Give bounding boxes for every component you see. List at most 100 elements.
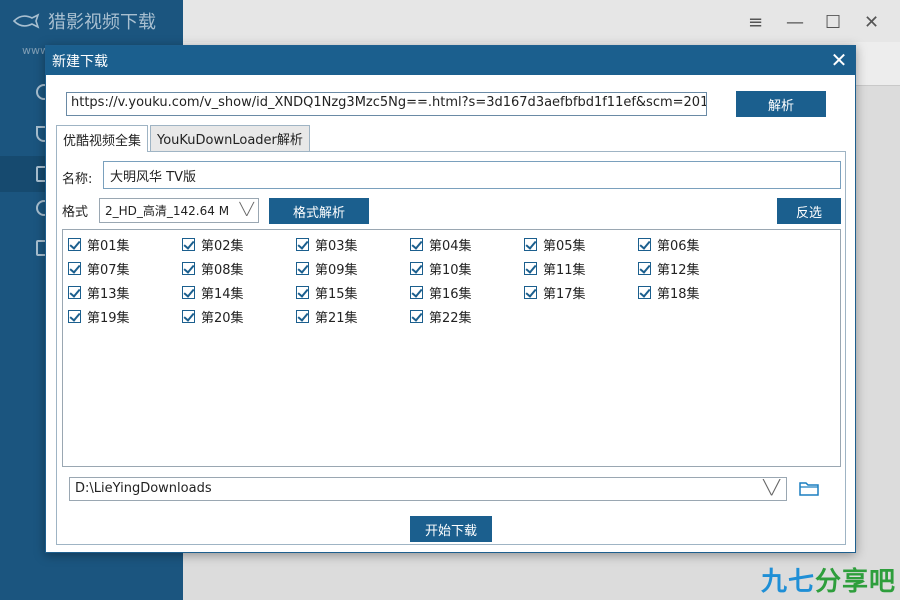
start-download-button[interactable]: 开始下载 bbox=[410, 516, 492, 542]
checkbox-checked[interactable] bbox=[410, 310, 423, 323]
checkbox-checked[interactable] bbox=[524, 238, 537, 251]
episode-label: 第06集 bbox=[657, 239, 700, 254]
episode-checkbox-item[interactable]: 第12集 bbox=[638, 259, 700, 278]
checkbox-checked[interactable] bbox=[524, 262, 537, 275]
episode-label: 第01集 bbox=[87, 239, 130, 254]
episode-label: 第03集 bbox=[315, 239, 358, 254]
episode-label: 第12集 bbox=[657, 263, 700, 278]
episode-checkbox-item[interactable]: 第11集 bbox=[524, 259, 586, 278]
checkbox-checked[interactable] bbox=[182, 238, 195, 251]
episode-checkbox-item[interactable]: 第05集 bbox=[524, 235, 586, 254]
episode-checkbox-item[interactable]: 第06集 bbox=[638, 235, 700, 254]
download-path-select[interactable]: D:\LieYingDownloads ╲╱ bbox=[69, 477, 787, 501]
tab-bar: 优酷视频全集 YouKuDownLoader解析 bbox=[56, 125, 310, 152]
episode-checkbox-item[interactable]: 第19集 bbox=[68, 307, 130, 326]
episode-checkbox-item[interactable]: 第04集 bbox=[410, 235, 472, 254]
checkbox-checked[interactable] bbox=[296, 238, 309, 251]
episode-label: 第20集 bbox=[201, 311, 244, 326]
checkbox-checked[interactable] bbox=[638, 286, 651, 299]
checkbox-checked[interactable] bbox=[182, 310, 195, 323]
checkbox-checked[interactable] bbox=[524, 286, 537, 299]
dialog-title: 新建下载 bbox=[46, 46, 855, 75]
episode-label: 第15集 bbox=[315, 287, 358, 302]
format-label: 格式 bbox=[62, 205, 89, 220]
tab-youkudownloader[interactable]: YouKuDownLoader解析 bbox=[150, 125, 310, 151]
episode-list: 第01集 第02集 第03集 第04集 第05集 第06集第07集 第08集 第09集 第10集… bbox=[62, 229, 841, 467]
episode-checkbox-item[interactable]: 第22集 bbox=[410, 307, 472, 326]
url-input[interactable]: https://v.youku.com/v_show/id_XNDQ1Nzg3M… bbox=[66, 92, 707, 116]
episode-checkbox-item[interactable]: 第13集 bbox=[68, 283, 130, 302]
episode-checkbox-item[interactable]: 第09集 bbox=[296, 259, 358, 278]
episode-label: 第07集 bbox=[87, 263, 130, 278]
episode-label: 第11集 bbox=[543, 263, 586, 278]
download-path-value: D:\LieYingDownloads bbox=[75, 481, 212, 496]
watermark: 九七分享吧 bbox=[761, 561, 896, 598]
name-input[interactable]: 大明风华 TV版 bbox=[103, 161, 841, 189]
episode-label: 第08集 bbox=[201, 263, 244, 278]
episode-checkbox-item[interactable]: 第01集 bbox=[68, 235, 130, 254]
episode-checkbox-item[interactable]: 第08集 bbox=[182, 259, 244, 278]
checkbox-checked[interactable] bbox=[296, 262, 309, 275]
folder-icon[interactable] bbox=[799, 480, 819, 496]
name-label: 名称: bbox=[62, 172, 93, 187]
episode-label: 第09集 bbox=[315, 263, 358, 278]
episode-label: 第02集 bbox=[201, 239, 244, 254]
checkbox-checked[interactable] bbox=[410, 286, 423, 299]
episode-checkbox-item[interactable]: 第18集 bbox=[638, 283, 700, 302]
app-logo: 猎影视频下载 bbox=[12, 8, 156, 34]
checkbox-checked[interactable] bbox=[68, 238, 81, 251]
chevron-down-icon: ╲╱ bbox=[239, 202, 254, 216]
fish-logo-icon bbox=[12, 13, 40, 29]
format-value: 2_HD_高清_142.64 M bbox=[105, 204, 230, 218]
checkbox-checked[interactable] bbox=[68, 286, 81, 299]
checkbox-checked[interactable] bbox=[182, 262, 195, 275]
episode-label: 第19集 bbox=[87, 311, 130, 326]
episode-checkbox-item[interactable]: 第17集 bbox=[524, 283, 586, 302]
episode-label: 第04集 bbox=[429, 239, 472, 254]
watermark-part2: 分享吧 bbox=[814, 567, 896, 597]
checkbox-checked[interactable] bbox=[638, 262, 651, 275]
menu-icon[interactable]: ≡ bbox=[748, 12, 763, 33]
episode-label: 第21集 bbox=[315, 311, 358, 326]
format-select[interactable]: 2_HD_高清_142.64 M ╲╱ bbox=[99, 198, 259, 223]
checkbox-checked[interactable] bbox=[296, 286, 309, 299]
checkbox-checked[interactable] bbox=[638, 238, 651, 251]
checkbox-checked[interactable] bbox=[68, 262, 81, 275]
episode-checkbox-item[interactable]: 第16集 bbox=[410, 283, 472, 302]
episode-label: 第22集 bbox=[429, 311, 472, 326]
new-download-dialog: 新建下载 ✕ https://v.youku.com/v_show/id_XND… bbox=[45, 45, 856, 553]
format-parse-button[interactable]: 格式解析 bbox=[269, 198, 369, 224]
close-icon[interactable]: ✕ bbox=[829, 50, 849, 70]
episode-label: 第10集 bbox=[429, 263, 472, 278]
chevron-down-icon: ╲╱ bbox=[763, 480, 780, 496]
episode-checkbox-item[interactable]: 第10集 bbox=[410, 259, 472, 278]
episode-checkbox-item[interactable]: 第14集 bbox=[182, 283, 244, 302]
episode-label: 第16集 bbox=[429, 287, 472, 302]
app-title: 猎影视频下载 bbox=[48, 12, 156, 33]
checkbox-checked[interactable] bbox=[410, 238, 423, 251]
episode-label: 第18集 bbox=[657, 287, 700, 302]
parse-button[interactable]: 解析 bbox=[736, 91, 826, 117]
invert-selection-button[interactable]: 反选 bbox=[777, 198, 841, 224]
window-close-icon[interactable]: ✕ bbox=[864, 12, 879, 33]
app-topbar: ≡ — ☐ ✕ bbox=[183, 0, 900, 42]
episode-checkbox-item[interactable]: 第21集 bbox=[296, 307, 358, 326]
episode-checkbox-item[interactable]: 第07集 bbox=[68, 259, 130, 278]
episode-checkbox-item[interactable]: 第15集 bbox=[296, 283, 358, 302]
minimize-icon[interactable]: — bbox=[786, 12, 804, 33]
episode-label: 第17集 bbox=[543, 287, 586, 302]
checkbox-checked[interactable] bbox=[296, 310, 309, 323]
episode-label: 第05集 bbox=[543, 239, 586, 254]
watermark-part1: 九七 bbox=[760, 567, 815, 597]
tab-youku-full[interactable]: 优酷视频全集 bbox=[56, 125, 149, 152]
maximize-icon[interactable]: ☐ bbox=[825, 12, 841, 33]
tab-panel: 名称: 大明风华 TV版 格式 2_HD_高清_142.64 M ╲╱ 格式解析… bbox=[56, 151, 846, 545]
checkbox-checked[interactable] bbox=[410, 262, 423, 275]
checkbox-checked[interactable] bbox=[68, 310, 81, 323]
episode-checkbox-item[interactable]: 第03集 bbox=[296, 235, 358, 254]
episode-label: 第13集 bbox=[87, 287, 130, 302]
episode-checkbox-item[interactable]: 第20集 bbox=[182, 307, 244, 326]
checkbox-checked[interactable] bbox=[182, 286, 195, 299]
episode-checkbox-item[interactable]: 第02集 bbox=[182, 235, 244, 254]
episode-label: 第14集 bbox=[201, 287, 244, 302]
